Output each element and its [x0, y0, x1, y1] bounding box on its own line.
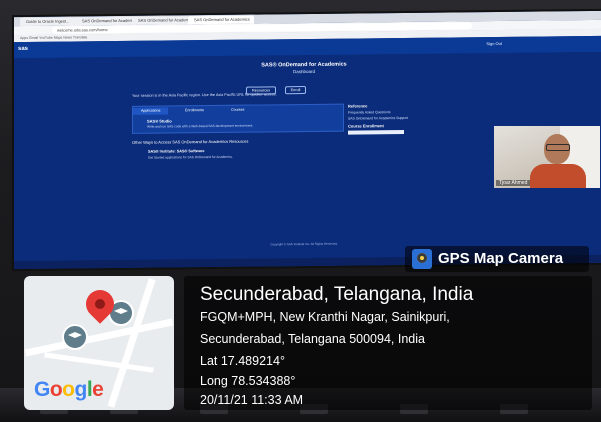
google-logo: Google: [34, 378, 104, 401]
reference-sidebar: Reference Frequently Asked Questions SAS…: [348, 102, 458, 135]
location-info-panel: Secunderabad, Telangana, India FGQM+MPH,…: [184, 276, 592, 410]
enrollment-heading: Course Enrollment: [348, 123, 384, 129]
sas-logo: sas: [18, 45, 29, 53]
support-link[interactable]: SAS OnDemand for Academics Support: [348, 115, 458, 121]
tab-courses[interactable]: Courses: [223, 107, 252, 114]
map-road: [107, 278, 156, 408]
location-pin-center: [95, 299, 105, 309]
tab-enrollments[interactable]: Enrollments: [177, 107, 212, 114]
reference-heading: Reference: [348, 103, 368, 109]
gps-camera-icon: [412, 249, 432, 269]
gps-camera-label: GPS Map Camera: [438, 250, 564, 267]
map-road: [24, 318, 174, 357]
page-footer: Copyright © SAS Institute Inc. All Right…: [270, 241, 338, 247]
map-thumbnail: Google: [24, 276, 174, 410]
tab-applications[interactable]: Applications: [133, 107, 169, 115]
other-ways-heading: Other Ways to Access SAS OnDemand for Ac…: [132, 138, 249, 145]
webcam-person-body: [530, 164, 586, 188]
enroll-button[interactable]: Enroll: [284, 86, 307, 95]
gps-camera-badge: GPS Map Camera: [405, 246, 589, 272]
webcam-name-label: Tjoar Ahmed: [496, 180, 531, 186]
sas-software-desc: Get Started applications for SAS OnDeman…: [148, 154, 233, 160]
page-subtitle: Dashboard: [292, 68, 315, 75]
longitude-text: Long 78.534388°: [200, 374, 296, 388]
school-marker-icon: [62, 324, 88, 350]
city-title: Secunderabad, Telangana, India: [200, 284, 474, 305]
sas-software-link[interactable]: SAS® Institute: SAS® Software: [148, 149, 204, 154]
course-code-input[interactable]: [348, 129, 404, 135]
faq-link[interactable]: Frequently Asked Questions: [348, 109, 458, 114]
map-road: [44, 352, 154, 373]
webcam-glasses: [546, 144, 570, 151]
sas-studio-desc: Write and run SAS code with a Web-based …: [147, 123, 254, 129]
applications-panel: Applications Enrollments Courses SAS® St…: [132, 103, 344, 134]
region-notice: Your session is in the Asia Pacific regi…: [132, 92, 277, 98]
address-line-1: FGQM+MPH, New Kranthi Nagar, Sainikpuri,: [200, 310, 450, 324]
datetime-text: 20/11/21 11:33 AM: [200, 393, 304, 407]
webcam-tile: Tjoar Ahmed: [494, 126, 600, 188]
sas-studio-link[interactable]: SAS® Studio: [147, 118, 172, 123]
sign-out-link[interactable]: Sign Out: [486, 41, 502, 46]
latitude-text: Lat 17.489214°: [200, 354, 285, 368]
address-line-2: Secunderabad, Telangana 500094, India: [200, 332, 425, 346]
